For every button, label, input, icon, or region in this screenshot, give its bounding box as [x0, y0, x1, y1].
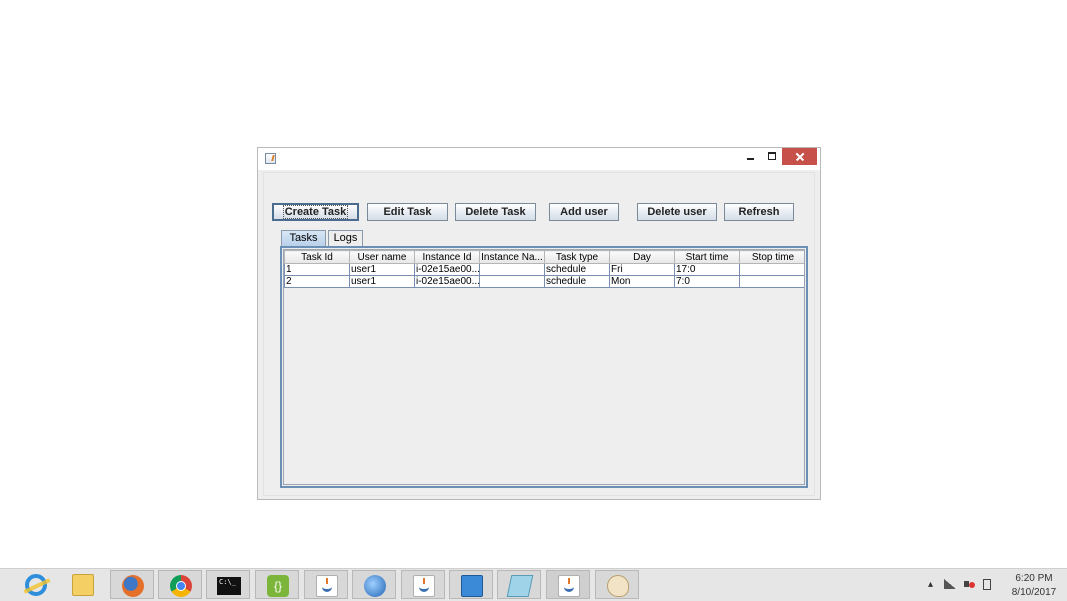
taskbar-item-internet-explorer[interactable] [14, 570, 58, 599]
column-header-stop-time[interactable]: Stop time [739, 250, 804, 264]
title-bar[interactable] [258, 148, 820, 170]
brackets-icon: {} [267, 575, 289, 597]
taskbar-item-paint[interactable] [595, 570, 639, 599]
table-cell[interactable]: 7:0 [674, 275, 740, 288]
notepad-icon [506, 575, 534, 597]
column-header-task-id[interactable]: Task Id [284, 250, 350, 264]
firefox-icon [122, 575, 144, 597]
file-explorer-icon [72, 574, 94, 596]
table-cell[interactable]: user1 [349, 275, 415, 288]
taskbar-item-firefox[interactable] [110, 570, 154, 599]
remote-desktop-icon [461, 575, 483, 597]
chrome-icon [170, 575, 192, 597]
battery-icon[interactable] [983, 579, 991, 590]
table-row[interactable]: 2 user1 i-02e15ae00... schedule Mon 7:0 [284, 275, 804, 288]
table-cell[interactable]: i-02e15ae00... [414, 263, 480, 276]
table-cell[interactable]: schedule [544, 275, 610, 288]
create-task-button[interactable]: Create Task [272, 203, 359, 221]
java-icon [413, 575, 435, 597]
taskbar-item-command-prompt[interactable] [206, 570, 250, 599]
column-header-start-time[interactable]: Start time [674, 250, 740, 264]
column-header-day[interactable]: Day [609, 250, 675, 264]
browser-icon [364, 575, 386, 597]
tab-logs[interactable]: Logs [328, 230, 363, 246]
minimize-button[interactable] [742, 148, 758, 165]
network-signal-icon[interactable] [944, 579, 956, 589]
taskbar-item-file-explorer[interactable] [61, 570, 105, 599]
taskbar-item-java-3[interactable] [546, 570, 590, 599]
table-cell[interactable]: schedule [544, 263, 610, 276]
table-cell[interactable]: i-02e15ae00... [414, 275, 480, 288]
taskbar-item-notepad[interactable] [497, 570, 541, 599]
volume-muted-icon[interactable] [964, 579, 975, 589]
edit-task-button[interactable]: Edit Task [367, 203, 448, 221]
taskbar-item-browser[interactable] [352, 570, 396, 599]
table-cell[interactable]: 1 [284, 263, 350, 276]
maximize-button[interactable] [764, 148, 780, 165]
delete-user-button[interactable]: Delete user [637, 203, 717, 221]
taskbar-item-java-2[interactable] [401, 570, 445, 599]
create-task-label: Create Task [282, 205, 349, 219]
table-header-row: Task Id User name Instance Id Instance N… [284, 250, 804, 264]
table-cell[interactable] [479, 263, 545, 276]
java-app-icon[interactable] [265, 153, 276, 164]
table-cell[interactable]: user1 [349, 263, 415, 276]
table-cell[interactable]: 2 [284, 275, 350, 288]
delete-task-button[interactable]: Delete Task [455, 203, 536, 221]
table-cell[interactable] [479, 275, 545, 288]
clock-time[interactable]: 6:20 PM [1004, 573, 1064, 584]
taskbar-item-remote-desktop[interactable] [449, 570, 493, 599]
table-cell[interactable] [739, 263, 804, 276]
taskbar: {} ▴ 6:20 PM 8/10/2017 [0, 568, 1067, 601]
chevron-up-icon[interactable]: ▴ [928, 579, 933, 590]
close-button[interactable] [782, 148, 817, 165]
tasks-table: Task Id User name Instance Id Instance N… [284, 250, 804, 288]
column-header-instance-id[interactable]: Instance Id [414, 250, 480, 264]
table-row[interactable]: 1 user1 i-02e15ae00... schedule Fri 17:0 [284, 263, 804, 276]
tasks-tab-panel: Task Id User name Instance Id Instance N… [280, 246, 808, 488]
tab-tasks[interactable]: Tasks [281, 230, 326, 246]
table-cell[interactable]: Fri [609, 263, 675, 276]
add-user-button[interactable]: Add user [549, 203, 619, 221]
internet-explorer-icon [25, 574, 47, 596]
system-tray: ▴ 6:20 PM 8/10/2017 [922, 569, 1067, 601]
taskbar-item-java-1[interactable] [304, 570, 348, 599]
app-window: Create Task Edit Task Delete Task Add us… [257, 147, 821, 500]
java-icon [558, 575, 580, 597]
command-prompt-icon [217, 577, 241, 595]
tasks-table-scroll[interactable]: Task Id User name Instance Id Instance N… [283, 249, 805, 485]
column-header-user-name[interactable]: User name [349, 250, 415, 264]
taskbar-item-chrome[interactable] [158, 570, 202, 599]
paint-icon [607, 575, 629, 597]
taskbar-item-brackets[interactable]: {} [255, 570, 299, 599]
refresh-button[interactable]: Refresh [724, 203, 794, 221]
content-panel: Create Task Edit Task Delete Task Add us… [263, 172, 815, 496]
column-header-instance-name[interactable]: Instance Na... [479, 250, 545, 264]
clock-date[interactable]: 8/10/2017 [1004, 587, 1064, 598]
column-header-task-type[interactable]: Task type [544, 250, 610, 264]
table-cell[interactable]: 17:0 [674, 263, 740, 276]
table-cell[interactable]: Mon [609, 275, 675, 288]
java-icon [316, 575, 338, 597]
table-cell[interactable] [739, 275, 804, 288]
